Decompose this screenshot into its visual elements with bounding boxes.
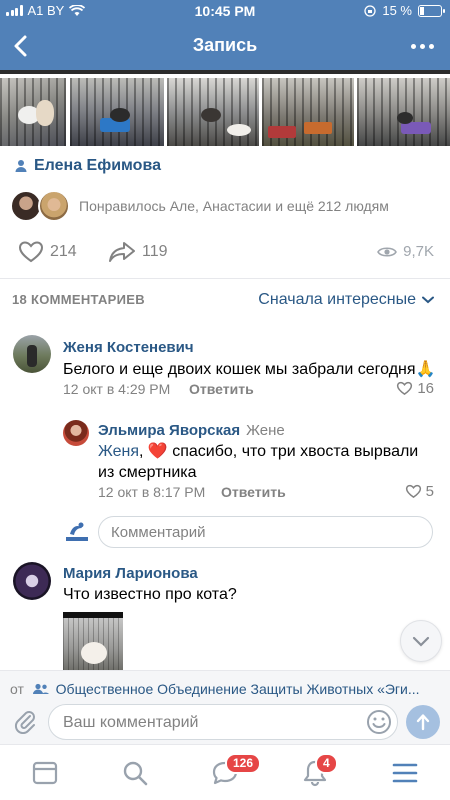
divider [0,278,450,279]
comment-text-line2: из смертника [98,464,197,481]
group-logo-icon [66,522,88,541]
likes-count: 214 [50,243,77,260]
comment-text: Что известно про кота? [63,586,237,603]
chevron-down-icon [412,636,430,647]
post-actions: 214 119 9,7K [0,240,450,270]
navigation-bar: Запись [0,22,450,70]
tab-bar: 126 4 [0,744,450,800]
scroll-down-button[interactable] [400,620,442,662]
send-button[interactable] [406,705,440,739]
battery-label: 15 % [382,3,412,18]
photo-row-top [0,70,450,74]
battery-icon [418,4,445,17]
menu-icon[interactable] [391,759,419,787]
comment-author[interactable]: Мария Ларионова [63,565,198,582]
more-icon[interactable] [408,34,436,58]
comment-text: Белого и еще двоих кошек мы забрали сего… [63,361,436,378]
avatar[interactable] [13,562,51,600]
author-name: Елена Ефимова [34,157,161,174]
views-count: 9,7K [403,243,434,260]
comment-author-name: Эльмира Яворская [98,422,241,439]
status-bar: A1 BY 10:45 PM 15 % [0,0,450,22]
sort-label: Сначала интересные [258,291,416,308]
comment-input[interactable]: Ваш комментарий [48,704,398,740]
search-icon[interactable] [121,759,149,787]
top-bar: A1 BY 10:45 PM 15 % Запись [0,0,450,70]
notifications-badge: 4 [315,753,338,774]
post-photo[interactable] [0,78,66,146]
comment-author[interactable]: Эльмира Яворская Жене [98,422,285,439]
comment: Мария Ларионова Что известно про кота? [0,562,450,612]
likers-avatars[interactable] [10,190,70,222]
views-counter: 9,7K [377,243,434,260]
comment-like-button[interactable]: 5 [405,483,434,500]
avatar[interactable] [13,335,51,373]
from-group-name[interactable]: Общественное Объединение Защиты Животных… [56,681,420,697]
comment-reply: Эльмира Яворская Жене Женя, ❤️ спасибо, ч… [0,420,450,510]
heart-icon [405,484,421,499]
comment-attachment-image[interactable] [63,612,123,672]
heart-icon [18,241,44,263]
post-photo[interactable] [262,78,354,146]
comment-author[interactable]: Женя Костеневич [63,339,194,356]
tab-notifications[interactable]: 4 [301,753,338,787]
heart-icon [397,381,413,396]
comment-date: 12 окт в 4:29 PM [63,381,171,397]
smile-icon[interactable] [366,709,392,735]
avatar [38,190,70,222]
comment-input-bar: Ваш комментарий [0,700,450,744]
reply-comment-input[interactable]: Комментарий [98,516,433,548]
comment-text: Женя, ❤️ спасибо, что три хвоста вырвали… [98,441,428,483]
send-icon [416,714,430,731]
comment-text-line1: , ❤️ спасибо, что три хвоста вырвали [138,443,419,460]
user-icon [15,160,27,172]
messages-badge: 126 [225,753,262,774]
lock-rotation-icon [364,4,377,17]
post-photo[interactable] [167,78,259,146]
likers-text[interactable]: Понравилось Але, Анастасии и ещё 212 люд… [79,198,389,214]
attach-icon[interactable] [12,708,38,734]
post-as-line[interactable]: от Общественное Объединение Защиты Живот… [0,670,450,702]
like-button[interactable]: 214 [18,240,77,264]
post-photo[interactable] [70,78,164,146]
status-right: 15 % [364,3,445,18]
share-icon [109,242,135,262]
news-icon[interactable] [31,759,59,787]
tab-messages[interactable]: 126 [211,753,262,787]
reply-to-label: Жене [246,422,285,439]
page-title: Запись [192,35,258,55]
post-photo[interactable] [357,78,450,146]
comment-likes-count: 5 [425,483,434,500]
avatar[interactable] [63,420,89,446]
comments-count: 18 КОММЕНТАРИЕВ [12,292,145,307]
shares-count: 119 [142,243,168,260]
comment-likes-count: 16 [417,380,434,397]
eye-icon [377,246,398,257]
from-label: от [10,681,24,697]
comment-date: 12 окт в 8:17 PM [98,484,206,500]
chevron-down-icon [422,296,434,304]
mention-link[interactable]: Женя [98,443,139,460]
comment: Женя Костеневич Белого и еще двоих кошек… [0,335,450,405]
comment-like-button[interactable]: 16 [396,380,434,397]
post-photos [0,70,450,146]
post-author[interactable]: Елена Ефимова [14,157,161,175]
comments-sort-dropdown[interactable]: Сначала интересные [258,291,434,309]
group-icon [32,683,49,694]
share-button[interactable]: 119 [108,240,168,264]
reply-button[interactable]: Ответить [221,484,286,500]
reply-button[interactable]: Ответить [189,381,254,397]
